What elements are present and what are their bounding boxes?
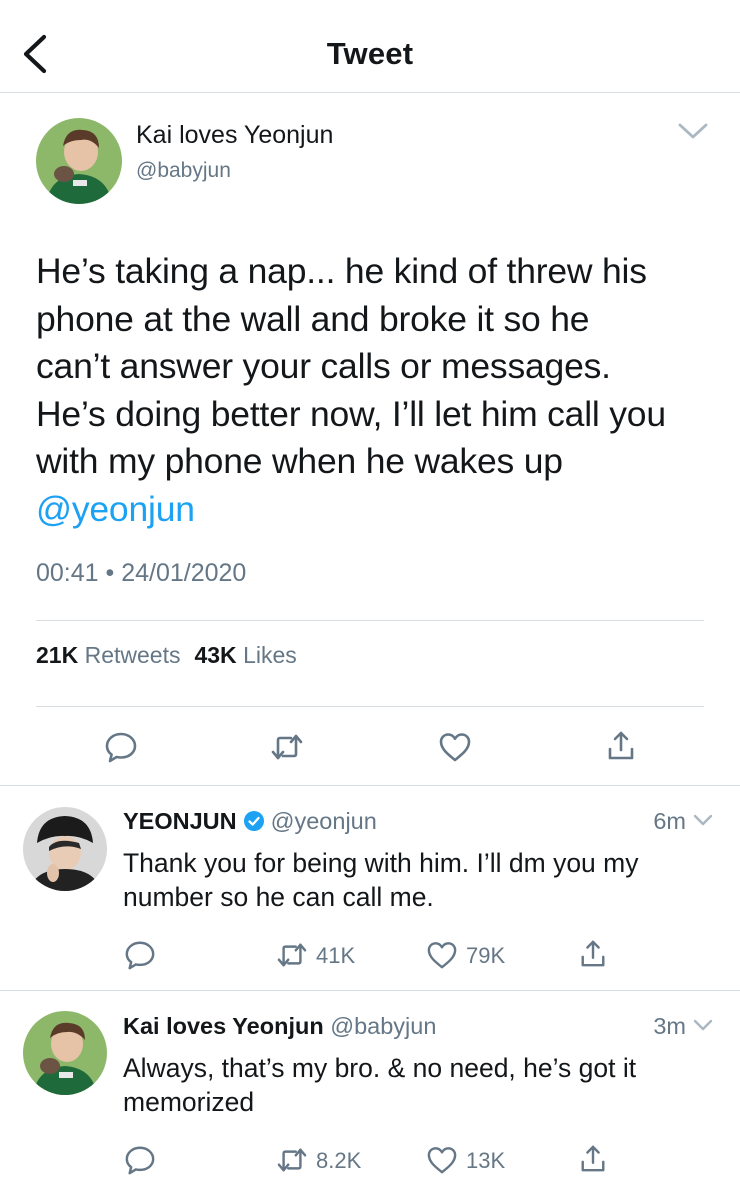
page-title: Tweet: [326, 36, 414, 71]
tweet-text-line: can’t answer your calls or messages.: [36, 346, 611, 386]
reply-text: Thank you for being with him. I’ll dm yo…: [123, 848, 639, 912]
reply-icon: [125, 1146, 155, 1175]
tweet-menu-button[interactable]: [676, 119, 710, 143]
reply-author-name[interactable]: Kai loves Yeonjun: [123, 1013, 324, 1039]
share-button[interactable]: [579, 1143, 607, 1175]
share-button[interactable]: [579, 938, 607, 970]
reply-author-handle[interactable]: @babyjun: [330, 1013, 436, 1039]
like-icon: [427, 1147, 457, 1174]
share-icon: [581, 940, 605, 967]
retweet-icon: [271, 734, 303, 760]
reply-author-row: Kai loves Yeonjun @babyjun: [123, 1013, 436, 1040]
chevron-down-icon[interactable]: [692, 813, 714, 827]
reply-retweet-count[interactable]: 41K: [316, 943, 355, 969]
mention-link[interactable]: @yeonjun: [36, 486, 726, 534]
retweet-icon: [277, 943, 307, 967]
divider: [36, 706, 704, 707]
author-name[interactable]: Kai loves Yeonjun: [136, 121, 333, 150]
reply-like-count[interactable]: 79K: [466, 943, 505, 969]
reply-retweet-count[interactable]: 8.2K: [316, 1148, 361, 1174]
retweet-button[interactable]: [276, 1146, 308, 1174]
retweet-button[interactable]: [276, 941, 308, 969]
author-handle[interactable]: @babyjun: [136, 159, 231, 183]
reply-button[interactable]: [124, 1144, 156, 1176]
retweet-button[interactable]: [270, 732, 304, 762]
reply-tweet[interactable]: Kai loves Yeonjun @babyjun 3m Always, th…: [0, 991, 740, 1200]
tweet-text-line: phone at the wall and broke it so he: [36, 298, 590, 339]
reply-button[interactable]: [124, 939, 156, 971]
avatar[interactable]: [36, 118, 122, 204]
reply-author-handle[interactable]: @yeonjun: [271, 808, 377, 834]
divider: [36, 620, 704, 621]
like-icon: [439, 733, 471, 762]
share-icon: [608, 731, 634, 760]
tweet-text-line: with my phone when he wakes up: [36, 441, 563, 481]
like-icon: [427, 942, 457, 969]
chevron-down-icon: [678, 123, 708, 139]
like-button[interactable]: [426, 1145, 458, 1175]
top-bar: Tweet: [0, 0, 740, 93]
like-button[interactable]: [438, 731, 472, 763]
retweets-label[interactable]: Retweets: [85, 642, 181, 668]
reply-time: 3m: [653, 1013, 686, 1039]
reply-button[interactable]: [104, 730, 138, 764]
main-tweet: Kai loves Yeonjun @babyjun He’s taking a…: [0, 93, 740, 786]
likes-count[interactable]: 43K: [194, 642, 236, 668]
avatar[interactable]: [23, 1011, 107, 1095]
reply-icon: [125, 941, 155, 970]
tweet-stats: 21K Retweets 43K Likes: [36, 642, 297, 669]
reply-time-row: 3m: [653, 1013, 714, 1040]
tweet-timestamp[interactable]: 00:41 • 24/01/2020: [36, 559, 246, 588]
tweet-text-line: He’s taking a nap... he kind of threw hi…: [36, 251, 647, 291]
like-button[interactable]: [426, 940, 458, 970]
reply-text: Always, that’s my bro. & no need, he’s g…: [123, 1053, 637, 1117]
verified-badge-icon: [243, 810, 265, 838]
reply-author-row: YEONJUN @yeonjun: [123, 808, 377, 838]
avatar[interactable]: [23, 807, 107, 891]
reply-time: 6m: [653, 808, 686, 834]
reply-icon: [105, 732, 137, 763]
share-icon: [581, 1145, 605, 1172]
reply-tweet[interactable]: YEONJUN @yeonjun 6m Thank you for being w…: [0, 786, 740, 991]
retweets-count[interactable]: 21K: [36, 642, 78, 668]
tweet-text-line: He’s doing better now, I’ll let him call…: [36, 393, 666, 434]
share-button[interactable]: [606, 729, 636, 763]
likes-label[interactable]: Likes: [243, 642, 297, 668]
tweet-text: He’s taking a nap... he kind of threw hi…: [36, 248, 726, 533]
retweet-icon: [277, 1148, 307, 1172]
reply-author-name[interactable]: YEONJUN: [123, 808, 237, 834]
chevron-down-icon[interactable]: [692, 1018, 714, 1032]
reply-like-count[interactable]: 13K: [466, 1148, 505, 1174]
reply-time-row: 6m: [653, 808, 714, 835]
